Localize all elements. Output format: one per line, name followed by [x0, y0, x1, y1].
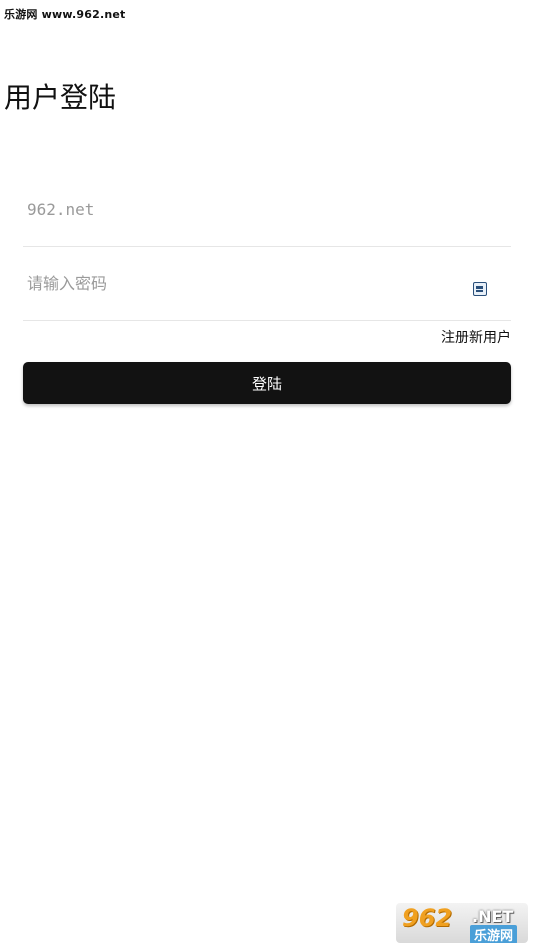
username-input[interactable] — [23, 194, 443, 225]
watermark-text: 乐游网 www.962.net — [4, 8, 126, 21]
password-visibility-icon[interactable] — [473, 282, 487, 296]
password-field-row — [23, 247, 511, 321]
login-button[interactable]: 登陆 — [23, 362, 511, 404]
logo-main-text: 962 — [402, 904, 453, 932]
logo-net-text: .NET — [472, 907, 514, 926]
page-title: 用户登陆 — [4, 81, 117, 114]
username-field-row — [23, 173, 511, 247]
site-logo: 962 .NET 乐游网 — [396, 903, 528, 943]
login-page: 乐游网 www.962.net 用户登陆 注册新用户 登陆 962 .NET 乐… — [0, 0, 534, 949]
logo-sub-text: 乐游网 — [470, 925, 518, 943]
register-link[interactable]: 注册新用户 — [441, 327, 511, 347]
password-input[interactable] — [23, 268, 443, 299]
